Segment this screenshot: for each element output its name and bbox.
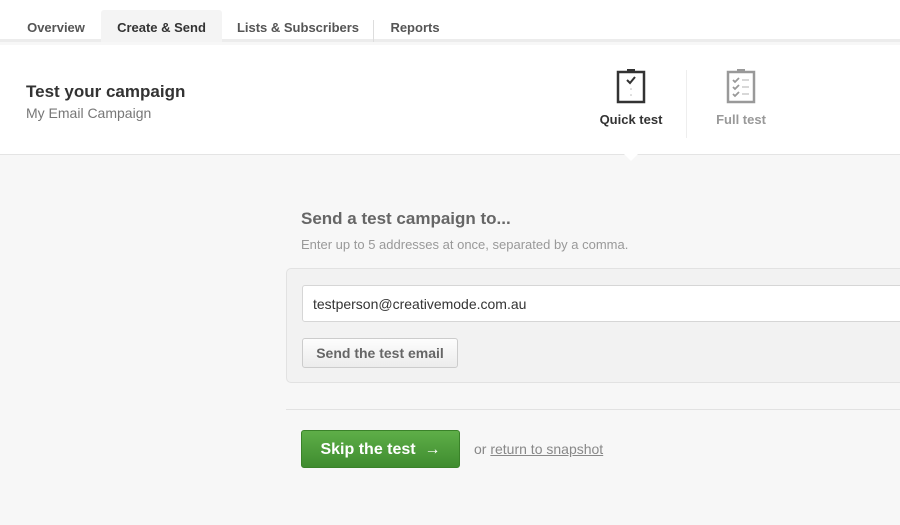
page-title: Test your campaign — [26, 82, 186, 101]
tab-divider — [373, 20, 374, 42]
or-text: or — [474, 441, 487, 457]
clipboard-check-icon — [616, 69, 646, 104]
selection-pointer — [623, 153, 639, 161]
test-email-input[interactable] — [302, 285, 900, 322]
tab-create-send[interactable]: Create & Send — [101, 10, 222, 42]
tab-reports[interactable]: Reports — [378, 10, 452, 42]
tab-overview[interactable]: Overview — [13, 10, 99, 42]
full-test-label: Full test — [716, 112, 766, 127]
arrow-right-icon: → — [424, 441, 441, 458]
divider — [286, 409, 900, 410]
form-hint: Enter up to 5 addresses at once, separat… — [301, 237, 629, 252]
page-header: Test your campaign My Email Campaign Qui… — [0, 45, 900, 155]
campaign-name: My Email Campaign — [26, 105, 152, 121]
clipboard-checklist-icon — [726, 69, 756, 104]
tab-lists-subscribers[interactable]: Lists & Subscribers — [228, 10, 368, 42]
top-nav: Overview Create & Send Lists & Subscribe… — [0, 0, 900, 42]
full-test-option[interactable]: Full test — [696, 68, 786, 127]
return-to-snapshot-link[interactable]: return to snapshot — [490, 441, 603, 457]
send-test-email-button[interactable]: Send the test email — [302, 338, 458, 368]
quick-test-option[interactable]: Quick test — [586, 68, 676, 127]
mode-divider — [686, 70, 687, 138]
skip-test-button[interactable]: Skip the test → — [301, 430, 460, 468]
quick-test-label: Quick test — [599, 112, 663, 127]
skip-label: Skip the test — [320, 441, 416, 458]
return-text: or return to snapshot — [474, 441, 603, 457]
form-heading: Send a test campaign to... — [301, 209, 511, 228]
